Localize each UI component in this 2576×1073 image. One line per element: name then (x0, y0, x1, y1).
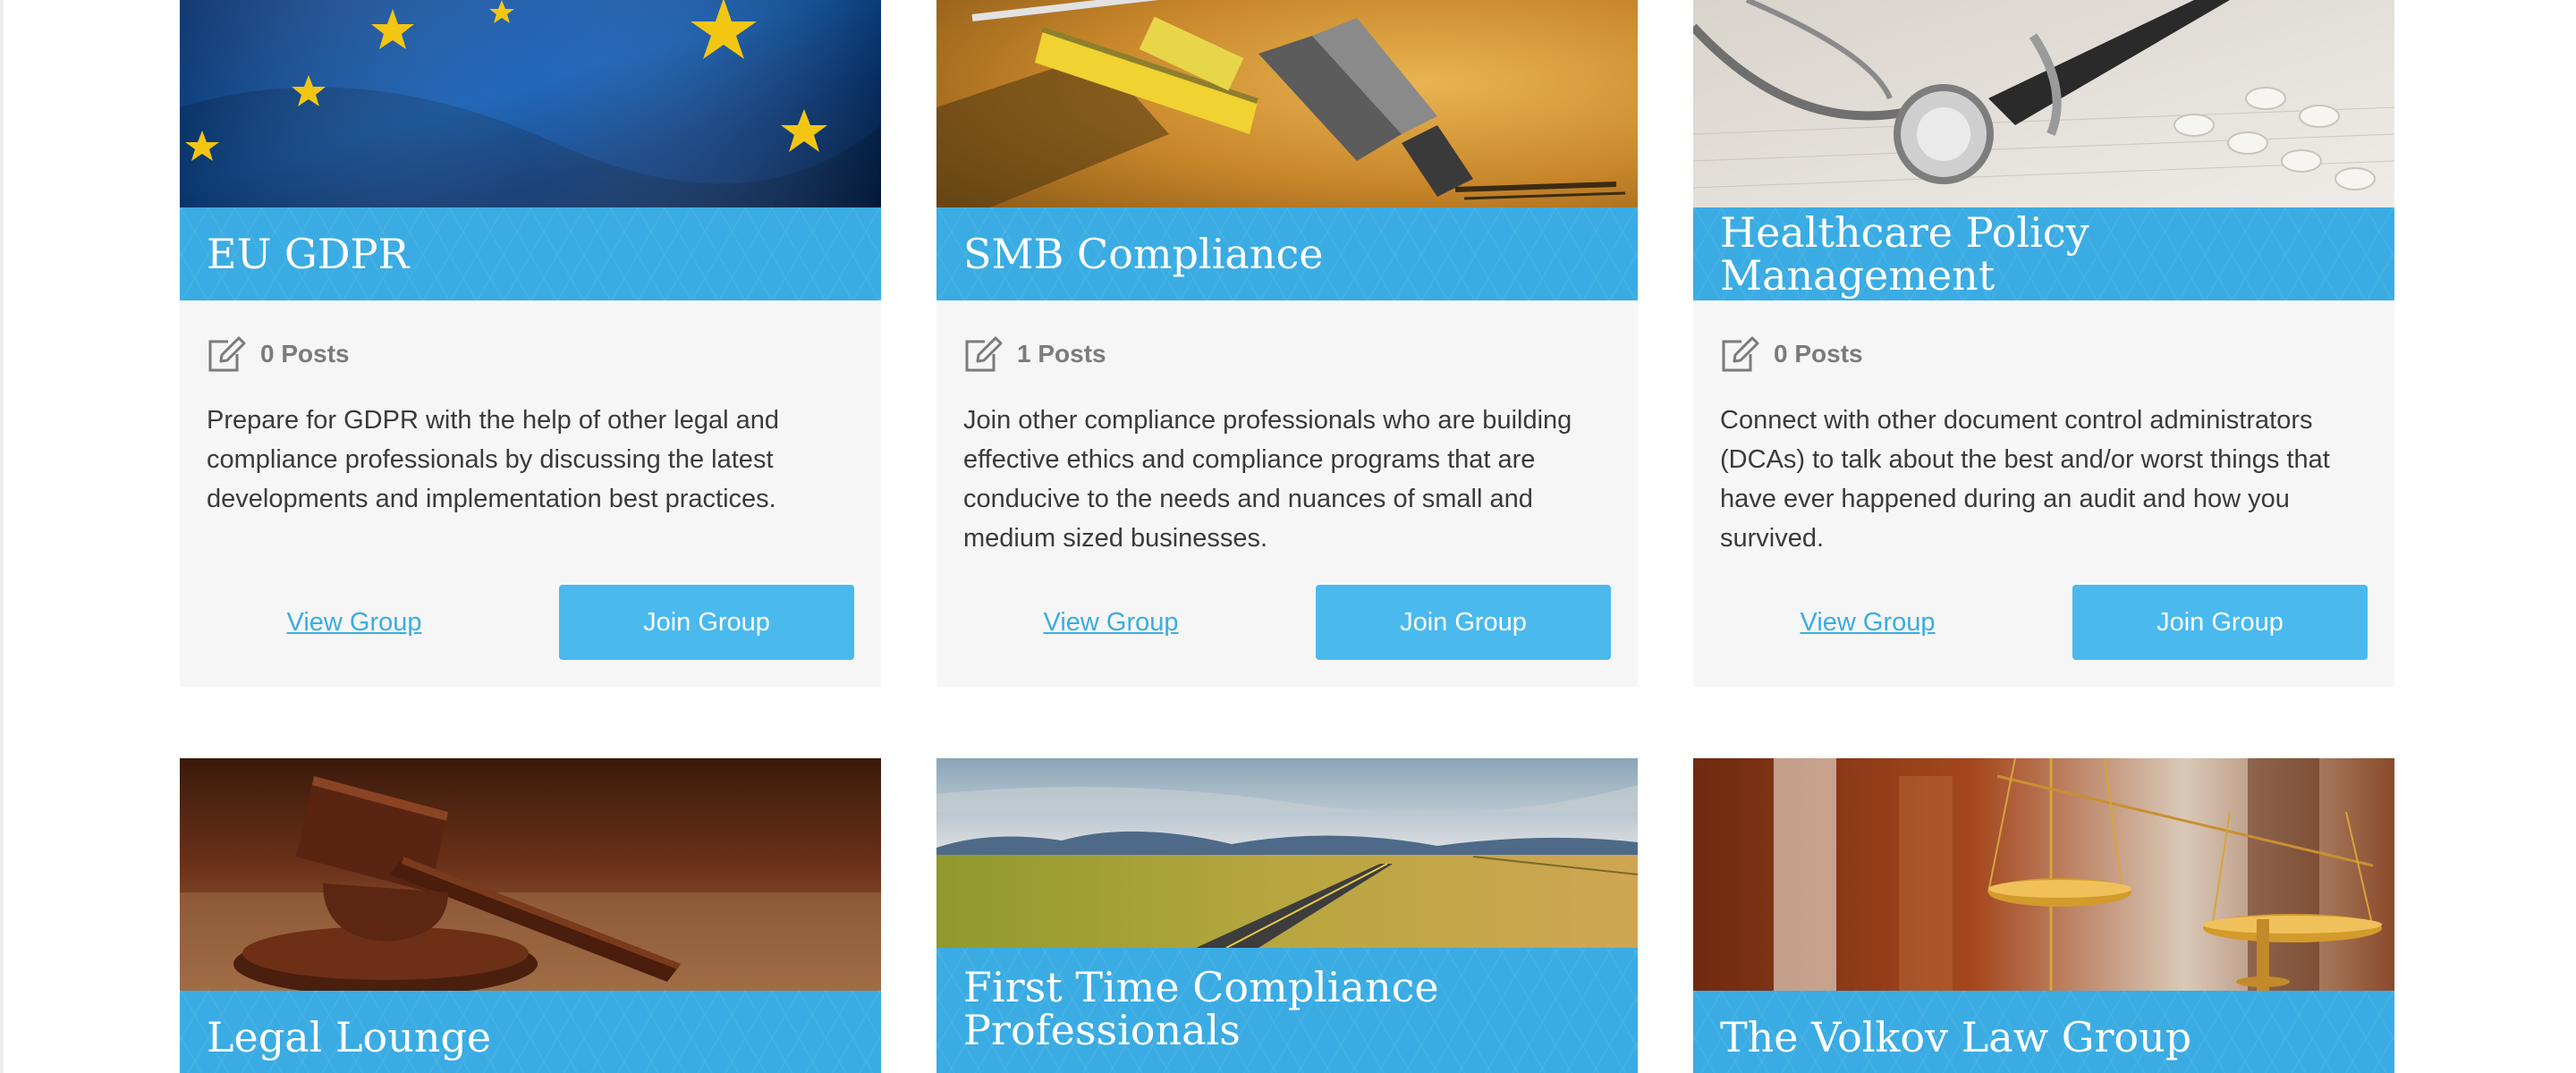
group-title[interactable]: Healthcare Policy Management (1720, 211, 2368, 297)
group-image[interactable] (1693, 758, 2394, 991)
card-body: 0 Posts Connect with other document cont… (1693, 334, 2394, 687)
post-count: 0 Posts (1720, 334, 2368, 374)
group-title[interactable]: Legal Lounge (207, 1016, 491, 1059)
edit-icon (208, 336, 246, 372)
group-description: Join other compliance professionals who … (963, 406, 1572, 553)
join-group-button[interactable]: Join Group (559, 585, 854, 660)
view-group-link[interactable]: View Group (1720, 608, 2015, 638)
view-group-link[interactable]: View Group (207, 608, 502, 638)
group-title[interactable]: SMB Compliance (963, 232, 1323, 275)
group-card-the-volkov-law-group: The Volkov Law Group (1693, 758, 2394, 1073)
post-count-label: 0 Posts (1774, 340, 1863, 368)
tools-image (936, 0, 1638, 207)
gavel-image (180, 758, 881, 991)
group-title-banner: Legal Lounge (180, 991, 881, 1073)
post-count: 1 Posts (963, 334, 1611, 374)
group-title[interactable]: EU GDPR (207, 232, 409, 275)
join-group-button[interactable]: Join Group (2072, 585, 2368, 660)
edit-icon (1722, 336, 1759, 372)
post-count-label: 0 Posts (260, 340, 350, 368)
group-description: Prepare for GDPR with the help of other … (207, 406, 779, 513)
group-card-first-time-compliance-professionals: First Time Compliance Professionals (936, 758, 1638, 1073)
card-body: 1 Posts Join other compliance profession… (936, 334, 1638, 687)
group-title[interactable]: First Time Compliance Professionals (963, 966, 1611, 1052)
card-body: 0 Posts Prepare for GDPR with the help o… (180, 334, 881, 687)
group-title-banner: SMB Compliance (936, 207, 1638, 300)
card-actions: View Group Join Group (963, 585, 1611, 687)
post-count: 0 Posts (207, 334, 854, 374)
group-image[interactable] (936, 758, 1638, 948)
stethoscope-image (1693, 0, 2394, 207)
group-image[interactable] (180, 0, 881, 207)
scales-of-justice-image (1693, 758, 2394, 991)
group-title-banner: Healthcare Policy Management (1693, 207, 2394, 300)
group-image[interactable] (180, 758, 881, 991)
group-title-banner: The Volkov Law Group (1693, 991, 2394, 1073)
group-card-healthcare-policy-management: Healthcare Policy Management 0 Posts Con… (1693, 0, 2394, 687)
group-image[interactable] (936, 0, 1638, 207)
view-group-link[interactable]: View Group (963, 608, 1258, 638)
edit-icon (965, 336, 1003, 372)
group-title[interactable]: The Volkov Law Group (1720, 1016, 2191, 1059)
road-landscape-image (936, 758, 1638, 948)
card-actions: View Group Join Group (207, 585, 854, 687)
group-image[interactable] (1693, 0, 2394, 207)
group-card-eu-gdpr: EU GDPR 0 Posts Prepare for GDPR with th… (180, 0, 881, 687)
group-description: Connect with other document control admi… (1720, 406, 2330, 553)
group-card-legal-lounge: Legal Lounge (180, 758, 881, 1073)
group-title-banner: EU GDPR (180, 207, 881, 300)
join-group-button[interactable]: Join Group (1316, 585, 1611, 660)
post-count-label: 1 Posts (1017, 340, 1106, 368)
eu-flag-image (180, 0, 881, 207)
group-title-banner: First Time Compliance Professionals (936, 948, 1638, 1073)
group-card-smb-compliance: SMB Compliance 1 Posts Join other compli… (936, 0, 1638, 687)
card-actions: View Group Join Group (1720, 585, 2368, 687)
group-directory: EU GDPR 0 Posts Prepare for GDPR with th… (0, 0, 2576, 1073)
